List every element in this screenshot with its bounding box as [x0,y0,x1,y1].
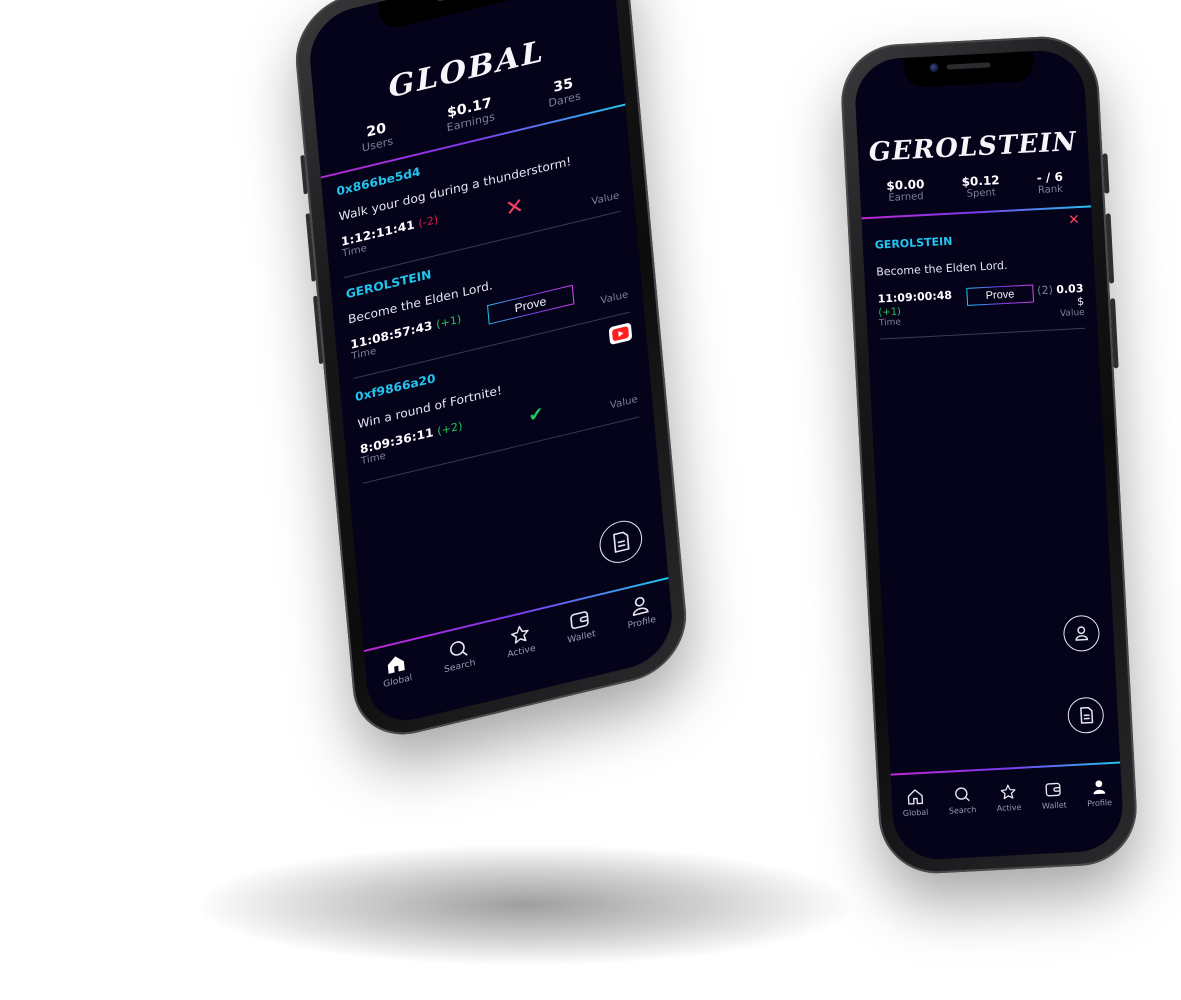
mockup-stage: GLOBAL 20 Users $0.17 Earnings 35 Dares [0,0,1181,1000]
floor-shadow [200,845,850,965]
stat-dares: 35 Dares [546,74,581,110]
new-dare-button[interactable] [597,516,644,568]
close-icon[interactable]: ✕ [1068,212,1081,229]
tab-wallet[interactable]: Wallet [1041,780,1067,811]
dare-value-label: Value [591,190,620,208]
star-icon [510,625,529,644]
tab-search[interactable]: Search [442,636,476,675]
home-icon [907,789,923,805]
stat-spent: $0.12 Spent [961,173,1000,200]
tab-label: Wallet [1041,800,1067,811]
stat-label: Spent [966,187,997,200]
profile-icon [632,596,649,617]
stat-rank: - / 6 Rank [1036,170,1063,196]
youtube-icon[interactable] [608,322,633,346]
stat-users: 20 Users [360,119,393,154]
phone-side-button [1105,213,1115,284]
dare-value-label: Value [1059,307,1085,320]
app-screen-profile: GEROLSTEIN $0.00 Earned $0.12 Spent - / … [853,48,1125,862]
prove-button[interactable]: Prove [966,284,1034,306]
notch [903,51,1035,88]
youtube-icon-frame [611,325,630,342]
phone-side-button [1109,298,1119,369]
search-icon [954,787,970,802]
new-dare-button[interactable] [1066,696,1105,735]
app-logo: GEROLSTEIN [868,126,1078,168]
stat-label: Earned [888,191,924,204]
dare-value-label: Value [600,289,629,307]
profile-icon [1075,626,1089,641]
stat-label: Rank [1037,183,1064,197]
search-icon [449,641,468,656]
tab-active[interactable]: Active [995,783,1022,814]
play-icon [617,330,624,338]
card-divider [879,327,1086,340]
currency-symbol: $ [1076,294,1085,309]
tab-global[interactable]: Global [902,788,929,818]
wallet-icon [570,611,590,629]
tab-global[interactable]: Global [381,651,413,690]
tab-label: Global [902,807,929,818]
dare-time-block: 11:09:00:48 (+1) Time [877,288,968,329]
dare-value-block: (2) 0.03 $ Value [1033,282,1085,321]
speaker [946,62,991,70]
tab-profile[interactable]: Profile [1086,778,1112,808]
phone-left: GLOBAL 20 Users $0.17 Earnings 35 Dares [291,0,691,747]
dare-card[interactable]: ✕ GEROLSTEIN Become the Elden Lord. 11:0… [861,207,1097,340]
stat-earned: $0.00 Earned [886,177,925,204]
dare-value-count: (2) [1036,283,1054,298]
phone-side-button [305,212,316,282]
tab-profile[interactable]: Profile [625,593,656,631]
front-camera [929,63,939,73]
tab-label: Search [948,805,977,816]
phone-right: GEROLSTEIN $0.00 Earned $0.12 Spent - / … [838,33,1140,877]
prove-button[interactable]: Prove [486,284,575,325]
home-icon [388,656,405,674]
stat-value: - / 6 [1036,169,1064,186]
tab-label: Profile [1086,798,1113,809]
stat-earnings: $0.17 Earnings [445,95,495,134]
dare-address[interactable]: 0xf9866a20 [355,371,436,404]
dare-title: Become the Elden Lord. [875,258,1008,279]
tab-wallet[interactable]: Wallet [565,607,596,646]
bottom-tab-bar: Global Search Active Wallet Profile [363,577,676,730]
speaker [437,0,483,2]
new-dare-icon [613,531,630,553]
tab-active[interactable]: Active [505,621,536,660]
dare-value-line: (2) 0.03 $ [1033,282,1085,311]
tab-list: Global Search Active Wallet Profile [364,579,672,694]
tab-label: Active [996,802,1022,814]
stats-bar: $0.00 Earned $0.12 Spent - / 6 Rank [859,168,1090,205]
dare-meta-row: 11:09:00:48 (+1) Time Prove (2) 0.03 $ V… [877,282,1085,329]
star-icon [1000,784,1016,800]
phone-side-button [300,154,308,195]
profile-fab-button[interactable] [1062,614,1101,653]
notch [378,0,543,32]
bottom-tab-bar: Global Search Active Wallet Profile [890,761,1125,862]
phone-side-button [313,295,324,365]
phone-side-button [1102,153,1110,194]
dare-value-label: Value [609,394,639,412]
new-dare-icon [1079,706,1093,724]
tab-search[interactable]: Search [948,785,977,816]
x-mark-icon: ✕ [504,193,525,223]
app-screen-global: GLOBAL 20 Users $0.17 Earnings 35 Dares [306,0,676,730]
dare-time: 11:09:00:48 [877,288,953,306]
profile-icon [1093,780,1106,795]
wallet-icon [1045,782,1062,797]
check-mark-icon: ✔ [527,402,545,427]
